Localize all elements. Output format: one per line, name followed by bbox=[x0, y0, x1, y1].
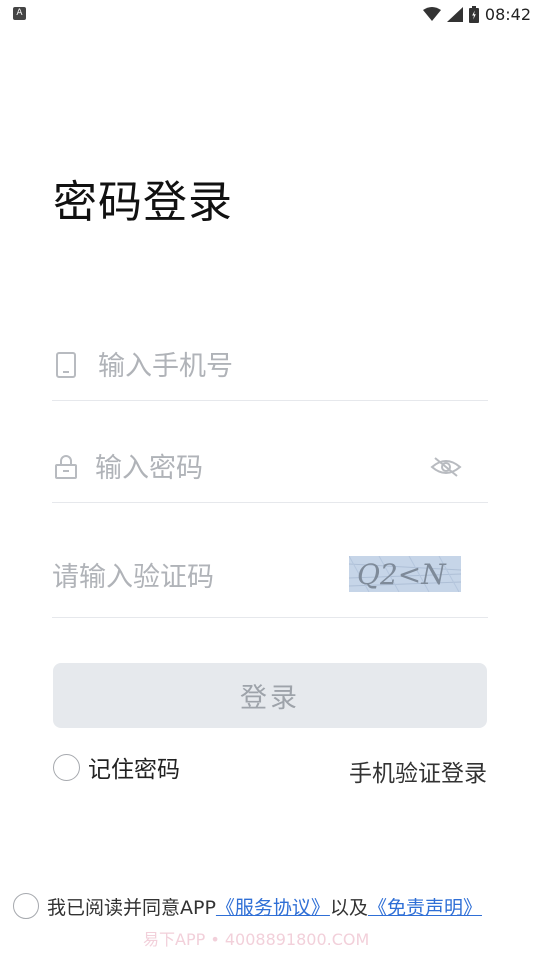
captcha-field: Q2<N bbox=[52, 541, 488, 618]
password-field bbox=[52, 434, 488, 503]
agreement-prefix: 我已阅读并同意APP bbox=[47, 896, 216, 919]
service-agreement-link[interactable]: 《服务协议》 bbox=[216, 893, 330, 920]
captcha-text: Q2<N bbox=[357, 558, 447, 591]
phone-icon bbox=[56, 352, 76, 378]
watermark: 易下APP • 4008891800.COM bbox=[143, 930, 370, 949]
password-input[interactable] bbox=[95, 448, 415, 488]
remember-radio[interactable] bbox=[53, 753, 80, 781]
notification-app-icon: A bbox=[13, 7, 26, 20]
lock-icon bbox=[55, 455, 77, 479]
eye-slash-icon[interactable] bbox=[430, 455, 462, 479]
phone-field bbox=[52, 331, 488, 401]
battery-icon bbox=[468, 5, 479, 23]
status-indicators: 08:42 bbox=[422, 4, 531, 24]
status-bar: A 08:42 bbox=[0, 0, 540, 28]
remember-password[interactable]: 记住密码 bbox=[53, 752, 180, 783]
captcha-input[interactable] bbox=[52, 557, 332, 597]
status-time: 08:42 bbox=[484, 4, 531, 24]
agreement-row: 我已阅读并同意APP 《服务协议》 以及 《免责声明》 bbox=[13, 892, 482, 920]
disclaimer-link[interactable]: 《免责声明》 bbox=[368, 893, 482, 920]
sms-login-link[interactable]: 手机验证登录 bbox=[349, 754, 487, 788]
captcha-image[interactable]: Q2<N bbox=[349, 556, 461, 592]
phone-input[interactable] bbox=[98, 346, 458, 386]
remember-label: 记住密码 bbox=[88, 757, 180, 783]
wifi-icon bbox=[422, 7, 441, 21]
agreement-radio[interactable] bbox=[13, 893, 39, 919]
cellular-signal-icon bbox=[446, 6, 463, 22]
page-title: 密码登录 bbox=[53, 177, 233, 228]
agreement-conjunction: 以及 bbox=[329, 896, 368, 919]
login-button[interactable]: 登录 bbox=[53, 663, 487, 728]
